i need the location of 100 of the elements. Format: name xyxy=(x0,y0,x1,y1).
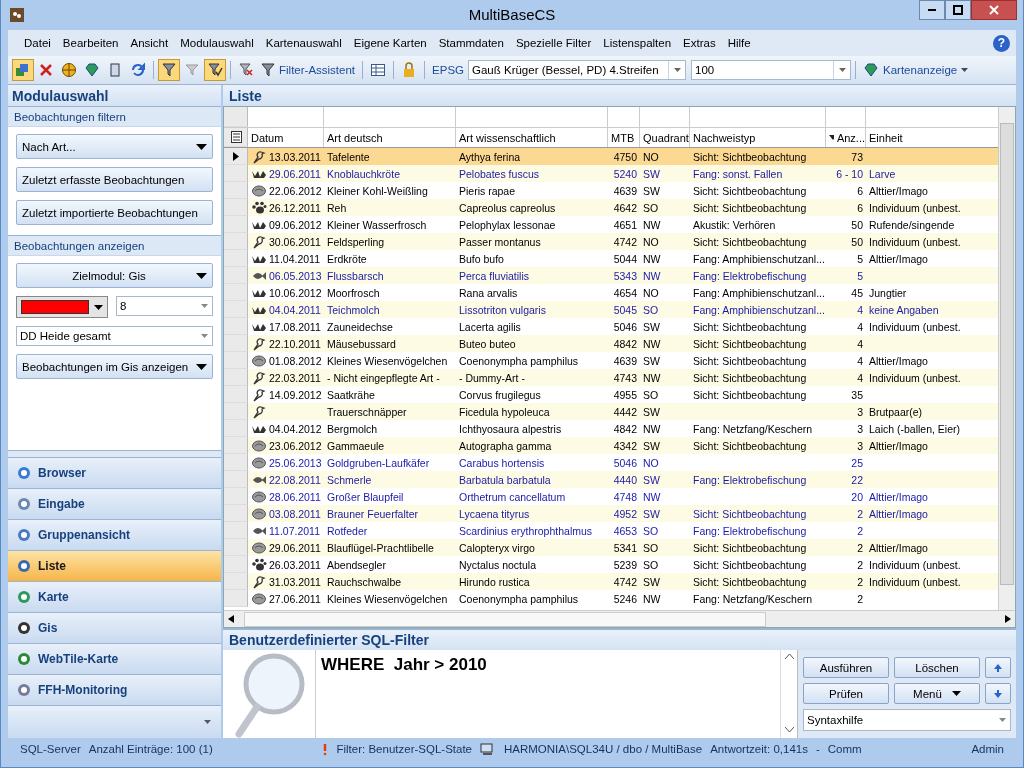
table-cell: 2 xyxy=(857,558,863,571)
table-row[interactable]: 22.10.2011 Mäusebussard Buteo buteo 4842 NW Sicht: Sichtbeobachtung 4 xyxy=(224,335,998,352)
column-header[interactable]: Anz... xyxy=(826,128,866,147)
sql-input-field[interactable]: WHERE Jahr > 2010 xyxy=(316,650,798,738)
horizontal-scrollbar[interactable] xyxy=(224,610,1015,627)
left-arrow-icon[interactable] xyxy=(228,615,234,623)
table-row[interactable]: 06.05.2013 Flussbarsch Perca fluviatilis 5343 NW Fang: Elektrobefischung 5 xyxy=(224,267,998,284)
color-picker[interactable] xyxy=(16,296,108,318)
column-header[interactable]: MTB xyxy=(608,128,640,147)
table-row[interactable]: 23.06.2012 Gammaeule Autographa gamma 4342 SW Sicht: Sichtbeobachtung 3 Alttier/Imago xyxy=(224,437,998,454)
filter-button[interactable]: Zuletzt importierte Beobachtungen xyxy=(16,200,213,225)
module-nav-item[interactable]: Gis xyxy=(8,612,221,643)
table-row[interactable]: 31.03.2011 Rauchschwalbe Hirundo rustica 4742 SW Sicht: Sichtbeobachtung 2 Individuum (unbest. xyxy=(224,573,998,590)
module-nav-item[interactable]: FFH-Monitoring xyxy=(8,674,221,705)
column-header[interactable]: Datum xyxy=(248,128,324,147)
syntax-help-dropdown[interactable]: Syntaxhilfe xyxy=(803,709,1011,731)
table-cell: NO xyxy=(643,286,659,299)
projection-dropdown[interactable]: Gauß Krüger (Bessel, PD) 4.Streifen xyxy=(468,60,686,80)
menu-item[interactable]: Ansicht xyxy=(124,37,175,49)
table-row[interactable]: 30.06.2011 Feldsperling Passer montanus 4742 NO Sicht: Sichtbeobachtung 50 Individuum (unbest. xyxy=(224,233,998,250)
column-header[interactable]: Quadrant xyxy=(640,128,690,147)
maximize-button[interactable] xyxy=(945,0,971,20)
column-header[interactable]: Art deutsch xyxy=(324,128,456,147)
menu-item[interactable]: Kartenauswahl xyxy=(259,37,348,49)
status-text: - xyxy=(815,743,820,755)
table-icon[interactable] xyxy=(370,62,387,78)
insect-icon xyxy=(251,183,267,198)
table-row[interactable]: Trauerschnäpper Ficedula hypoleuca 4442 SW 3 Brutpaar(e) xyxy=(224,403,998,420)
vertical-scrollbar[interactable] xyxy=(998,107,1015,610)
menu-item[interactable]: Extras xyxy=(677,37,722,49)
menu-item[interactable]: Spezielle Filter xyxy=(509,37,598,49)
up-caret-icon[interactable] xyxy=(784,654,794,659)
minimize-button[interactable] xyxy=(919,0,945,20)
table-row[interactable]: 04.04.2011 Teichmolch Lissotriton vulgaris 5045 SO Fang: Amphibienschutzanl... 4 keine Angaben xyxy=(224,301,998,318)
module-nav-item[interactable]: Karte xyxy=(8,581,221,612)
scale-dropdown[interactable]: 100 xyxy=(691,60,851,80)
filter-button[interactable]: Zuletzt erfasste Beobachtungen xyxy=(16,167,213,192)
table-row[interactable]: 22.08.2011 Schmerle Barbatula barbatula 4440 SW Fang: Elektrobefischung 22 xyxy=(224,471,998,488)
move-down-button[interactable] xyxy=(985,683,1011,704)
close-button[interactable] xyxy=(971,0,1017,20)
table-cell: 2 xyxy=(857,507,863,520)
filtercheck-button[interactable] xyxy=(204,59,226,81)
menu-item[interactable]: Stammdaten xyxy=(432,37,510,49)
filter-button[interactable] xyxy=(158,59,180,81)
module-nav-item[interactable]: Liste xyxy=(8,550,221,581)
table-row[interactable]: 13.03.2011 Tafelente Aythya ferina 4750 NO Sicht: Sichtbeobachtung 73 xyxy=(224,148,998,165)
row-header xyxy=(224,590,248,607)
splitter-handle[interactable] xyxy=(8,450,221,457)
table-cell: 20 xyxy=(851,490,863,503)
right-arrow-icon[interactable] xyxy=(1005,615,1011,623)
column-header[interactable]: Nachweistyp xyxy=(690,128,826,147)
column-header[interactable]: Art wissenschaftlich xyxy=(456,128,608,147)
caret-icon[interactable] xyxy=(204,720,211,724)
row-header xyxy=(224,233,248,250)
module-nav-item[interactable]: Eingabe xyxy=(8,488,221,519)
area-dropdown[interactable]: DD Heide gesamt xyxy=(16,326,213,346)
table-cell: Reh xyxy=(327,201,347,214)
clear-button[interactable]: Löschen xyxy=(894,657,980,678)
menu-item[interactable]: Eigene Karten xyxy=(347,37,433,49)
species-filter-dropdown[interactable]: Nach Art... xyxy=(16,134,213,159)
table-row[interactable]: 29.06.2011 Knoblauchkröte Pelobates fuscus 5240 SW Fang: sonst. Fallen 6 - 10 Larve xyxy=(224,165,998,182)
table-cell: Individuum (unbest. xyxy=(869,558,961,571)
column-chooser-button[interactable] xyxy=(224,128,248,147)
filter-remove-icon[interactable] xyxy=(238,62,254,78)
table-row[interactable]: 29.06.2011 Blauflügel-Prachtlibelle Calopteryx virgo 5341 SO Sicht: Sichtbeobachtung 2 Alttier/Imago xyxy=(224,539,998,556)
menu-item[interactable]: Hilfe xyxy=(721,37,757,49)
size-dropdown[interactable]: 8 xyxy=(116,296,213,316)
target-module-dropdown[interactable]: Zielmodul: Gis xyxy=(16,263,213,288)
table-row[interactable]: 03.08.2011 Brauner Feuerfalter Lycaena tityrus 4952 SW Sicht: Sichtbeobachtung 2 Alttier/Imago xyxy=(224,505,998,522)
status-text: HARMONIA\SQL34U / dbo / MultiBase xyxy=(504,743,703,755)
layers-button[interactable] xyxy=(12,59,34,81)
move-up-button[interactable] xyxy=(985,657,1011,678)
menu-item[interactable]: Listenspalten xyxy=(597,37,678,49)
ring-icon xyxy=(16,558,32,574)
table-row[interactable]: 22.03.2011 - Nicht eingepflegte Art - - Dummy-Art - 4743 NW Sicht: Sichtbeobachtung 4 Individuum (unbest. xyxy=(224,369,998,386)
help-button[interactable]: ? xyxy=(993,34,1010,52)
table-cell: 35 xyxy=(851,388,863,401)
table-cell: 25.06.2013 xyxy=(269,456,322,469)
table-cell: Buteo buteo xyxy=(459,337,516,350)
caret-icon xyxy=(94,304,103,310)
menu-item[interactable]: Bearbeiten xyxy=(56,37,125,49)
show-in-gis-dropdown[interactable]: Beobachtungen im Gis anzeigen xyxy=(16,354,213,379)
insect-icon xyxy=(251,438,267,453)
table-cell: Saatkrähe xyxy=(327,388,375,401)
table-cell: Passer montanus xyxy=(459,235,541,248)
execute-button[interactable]: Ausführen xyxy=(803,657,889,678)
module-nav-item[interactable]: WebTile-Karte xyxy=(8,643,221,674)
map-display-button[interactable]: Kartenanzeige xyxy=(860,63,972,77)
table-row[interactable]: 26.12.2011 Reh Capreolus capreolus 4642 SO Sicht: Sichtbeobachtung 6 Individuum (unbest. xyxy=(224,199,998,216)
module-nav-item[interactable]: Browser xyxy=(8,457,221,488)
module-nav-item[interactable]: Gruppenansicht xyxy=(8,519,221,550)
table-cell: 4742 xyxy=(613,235,637,248)
check-button[interactable]: Prüfen xyxy=(803,683,889,704)
filter-assistant-button[interactable]: Filter-Assistent xyxy=(258,63,359,77)
menu-item[interactable]: Modulauswahl xyxy=(174,37,260,49)
menu-button[interactable]: Menü xyxy=(894,683,980,704)
menu-item[interactable]: Datei xyxy=(18,37,57,49)
table-cell: Zauneidechse xyxy=(327,320,393,333)
table-cell: SW xyxy=(643,405,660,418)
down-caret-icon[interactable] xyxy=(784,727,794,732)
